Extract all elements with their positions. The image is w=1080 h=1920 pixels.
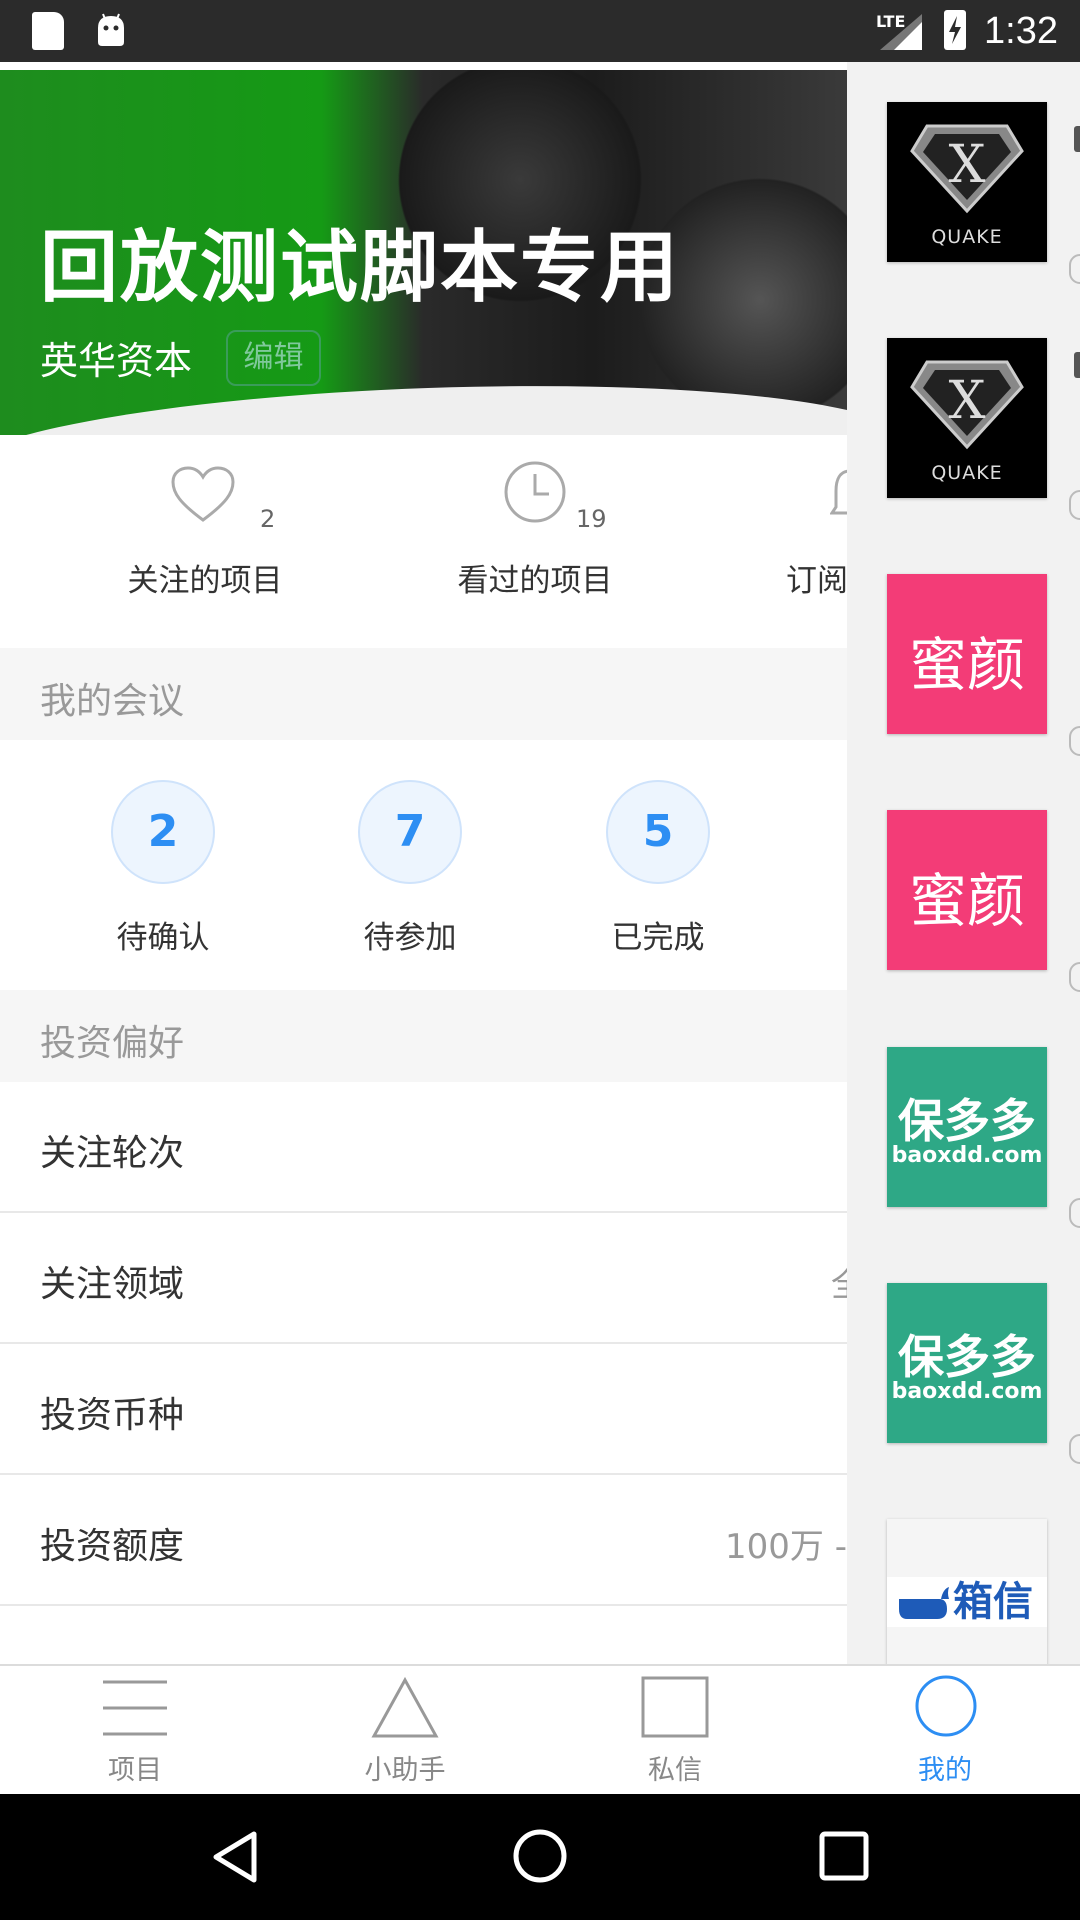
miyan-brand: 蜜颜 [908,867,1025,935]
drawer-edge-circle [1069,726,1080,756]
tab-assistant-label: 小助手 [364,1755,446,1786]
pref-row-fields[interactable]: 关注领域 全 [0,1213,847,1344]
drawer-item-quake-2[interactable]: X QUAKE [887,338,1047,498]
clock-icon [504,461,566,523]
baoduo-domain: baoxdd.com [891,1379,1043,1404]
tab-mine-label: 我的 [918,1755,972,1786]
company-name: 英华资本 [40,339,193,383]
tab-projects[interactable]: 项目 [0,1666,270,1796]
pref-amount-value: 100万 - [725,1527,847,1567]
clock-time: 1:32 [984,10,1058,52]
miyan-brand: 蜜颜 [908,631,1025,699]
drawer-edge-circle [1069,254,1080,284]
pref-amount-label: 投资额度 [40,1526,185,1567]
drawer-item-baoduo-2[interactable]: 保多多 baoxdd.com [887,1283,1047,1443]
pref-row-rounds[interactable]: 关注轮次 [0,1082,847,1213]
home-icon[interactable] [512,1828,568,1884]
meeting-pending-confirm-count: 2 [111,780,215,884]
preferences-header: 投资偏好 [0,990,847,1082]
status-bar: LTE 1:32 [0,0,1080,62]
drawer-item-miyan-1[interactable]: 蜜颜 [887,574,1047,734]
followed-projects-count: 2 [260,505,276,533]
drawer-item-xiangxin[interactable]: 箱信 [887,1519,1047,1664]
drawer-edge-circle [1069,490,1080,520]
pref-currency-label: 投资币种 [40,1395,185,1436]
quake-logo-icon: X [910,360,1024,450]
system-nav-bar [0,1794,1080,1920]
viewed-projects-stat[interactable]: 19 看过的项目 [410,455,660,605]
project-drawer[interactable]: X QUAKE X QUAKE 蜜颜 蜜颜 保多多 baoxdd.com 保多多… [847,62,1080,1664]
profile-panel: 回放测试脚本专用 英华资本 编辑 2 关注的项目 19 看过的项目 订阅 我的会… [0,70,847,1664]
battery-charging-icon [944,10,966,50]
signal-icon [880,14,922,50]
quake-brand: QUAKE [931,226,1003,248]
subscription-stat[interactable]: 订阅 [720,455,847,605]
square-icon [641,1676,709,1738]
meeting-completed-label: 已完成 [611,920,705,956]
pref-fields-value: 全 [831,1257,847,1306]
recents-icon[interactable] [818,1830,870,1882]
quake-brand: QUAKE [931,462,1003,484]
meeting-pending-confirm-label: 待确认 [116,920,210,956]
tab-messages-label: 私信 [648,1755,702,1786]
drawer-item-baoduo-1[interactable]: 保多多 baoxdd.com [887,1047,1047,1207]
drawer-edge-circle [1069,1198,1080,1228]
back-icon[interactable] [210,1830,260,1884]
pref-rounds-label: 关注轮次 [40,1133,185,1174]
drawer-edge-circle [1069,962,1080,992]
tab-assistant[interactable]: 小助手 [270,1666,540,1796]
drawer-edge-mark [1074,126,1080,152]
profile-title: 回放测试脚本专用 [40,223,681,313]
meeting-completed-count: 5 [606,780,710,884]
svg-text:X: X [948,371,985,431]
subscription-label: 订阅 [786,563,847,599]
pref-row-currency[interactable]: 投资币种 [0,1344,847,1475]
followed-projects-stat[interactable]: 2 关注的项目 [80,455,330,605]
profile-banner: 回放测试脚本专用 英华资本 编辑 [0,70,847,435]
svg-text:X: X [948,135,985,195]
drawer-edge-circle [1069,1434,1080,1464]
baoduo-domain: baoxdd.com [891,1143,1043,1168]
heart-icon [171,466,235,522]
tab-mine[interactable]: 我的 [810,1666,1080,1796]
bell-icon [830,469,847,515]
edit-button[interactable]: 编辑 [226,330,321,386]
meetings-header: 我的会议 [0,648,847,740]
viewed-projects-label: 看过的项目 [457,563,613,599]
drawer-item-miyan-2[interactable]: 蜜颜 [887,810,1047,970]
followed-projects-label: 关注的项目 [127,563,283,599]
menu-lines-icon [103,1680,167,1736]
drawer-item-quake-1[interactable]: X QUAKE [887,102,1047,262]
android-icon [98,13,124,46]
baoduo-brand: 保多多 [898,1094,1036,1148]
pref-row-amount[interactable]: 投资额度 100万 - [0,1475,847,1606]
baoduo-brand: 保多多 [898,1330,1036,1384]
whale-icon [899,1587,949,1619]
pref-fields-label: 关注领域 [40,1264,185,1305]
sd-card-icon [32,12,64,50]
bottom-tab-bar: 项目 小助手 私信 我的 [0,1664,1080,1794]
triangle-icon [371,1676,439,1738]
preferences-header-label: 投资偏好 [40,1023,185,1064]
viewed-projects-count: 19 [576,505,607,533]
drawer-edge-mark [1074,352,1080,378]
meetings-header-label: 我的会议 [40,681,185,722]
meeting-to-attend-label: 待参加 [363,920,457,956]
circle-icon [915,1675,977,1737]
quake-logo-icon: X [910,124,1024,214]
tab-messages[interactable]: 私信 [540,1666,810,1796]
meeting-to-attend-count: 7 [358,780,462,884]
tab-projects-label: 项目 [108,1755,162,1786]
